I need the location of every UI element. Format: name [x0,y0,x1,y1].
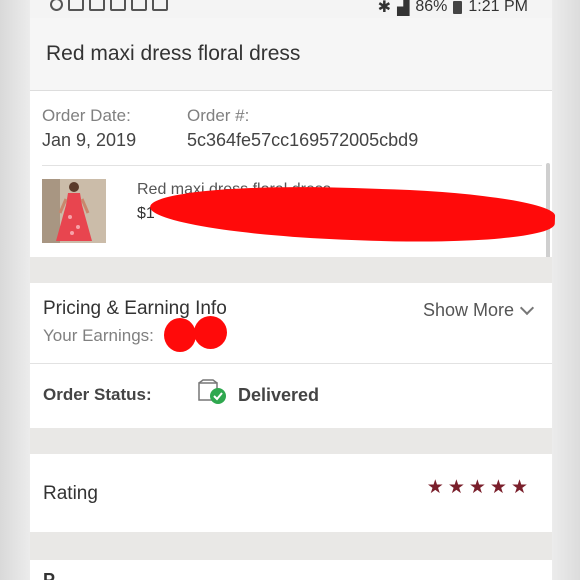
item-thumbnail[interactable] [42,179,106,243]
star-icon: ★ [468,477,486,498]
pricing-card[interactable]: Pricing & Earning Info Your Earnings: Sh… [30,283,552,364]
pricing-title: Pricing & Earning Info [43,298,227,319]
image-icon [68,0,84,11]
star-icon: ★ [489,477,507,498]
dress-image [42,179,106,243]
battery-percent: 86% [415,0,448,15]
title-card: Red maxi dress floral dress [30,18,552,91]
rating-label: Rating [43,483,98,504]
chevron-down-icon [519,300,535,316]
next-section-card: P [30,560,552,580]
section-gap [30,257,552,283]
next-section-title: P [43,570,56,580]
divider [42,165,542,166]
star-icon: ★ [426,477,444,498]
picture-icon [152,0,168,11]
order-number-label: Order #: [187,106,250,125]
status-bar: ✱ ▟ 86% 1:21 PM [30,0,552,18]
redaction-mark [194,316,227,349]
order-number-value: 5c364fe57cc169572005cbd9 [187,130,419,150]
battery-icon [453,0,463,14]
show-more-label: Show More [422,300,514,320]
left-frame [0,0,30,580]
order-status-card: Order Status: Delivered [30,364,552,428]
redaction-mark [164,318,196,352]
star-icon: ★ [447,477,465,498]
rating-stars: ★ ★ ★ ★ ★ [427,478,528,497]
section-gap [30,428,552,454]
show-more-button[interactable]: Show More [422,300,535,321]
system-icons: ✱ ▟ 86% 1:21 PM [378,0,528,17]
signal-icon: ▟ [397,0,410,16]
order-date-label: Order Date: [42,106,131,125]
delivered-box-icon [198,379,226,404]
bluetooth-icon: ✱ [377,0,392,16]
section-gap [30,532,552,560]
earnings-label: Your Earnings: [43,326,154,345]
notification-icons [50,0,168,11]
star-icon: ★ [510,477,528,498]
rating-card: Rating ★ ★ ★ ★ ★ [30,454,552,532]
order-status-value: Delivered [238,385,320,405]
order-status-label: Order Status: [43,385,152,404]
voicemail-icon [89,0,105,11]
page-title: Red maxi dress floral dress [46,42,301,65]
play-icon [50,0,63,11]
image-icon [110,0,126,11]
right-frame [552,0,580,580]
calendar-icon [131,0,147,11]
clock: 1:21 PM [468,0,528,15]
order-date-value: Jan 9, 2019 [42,130,137,150]
